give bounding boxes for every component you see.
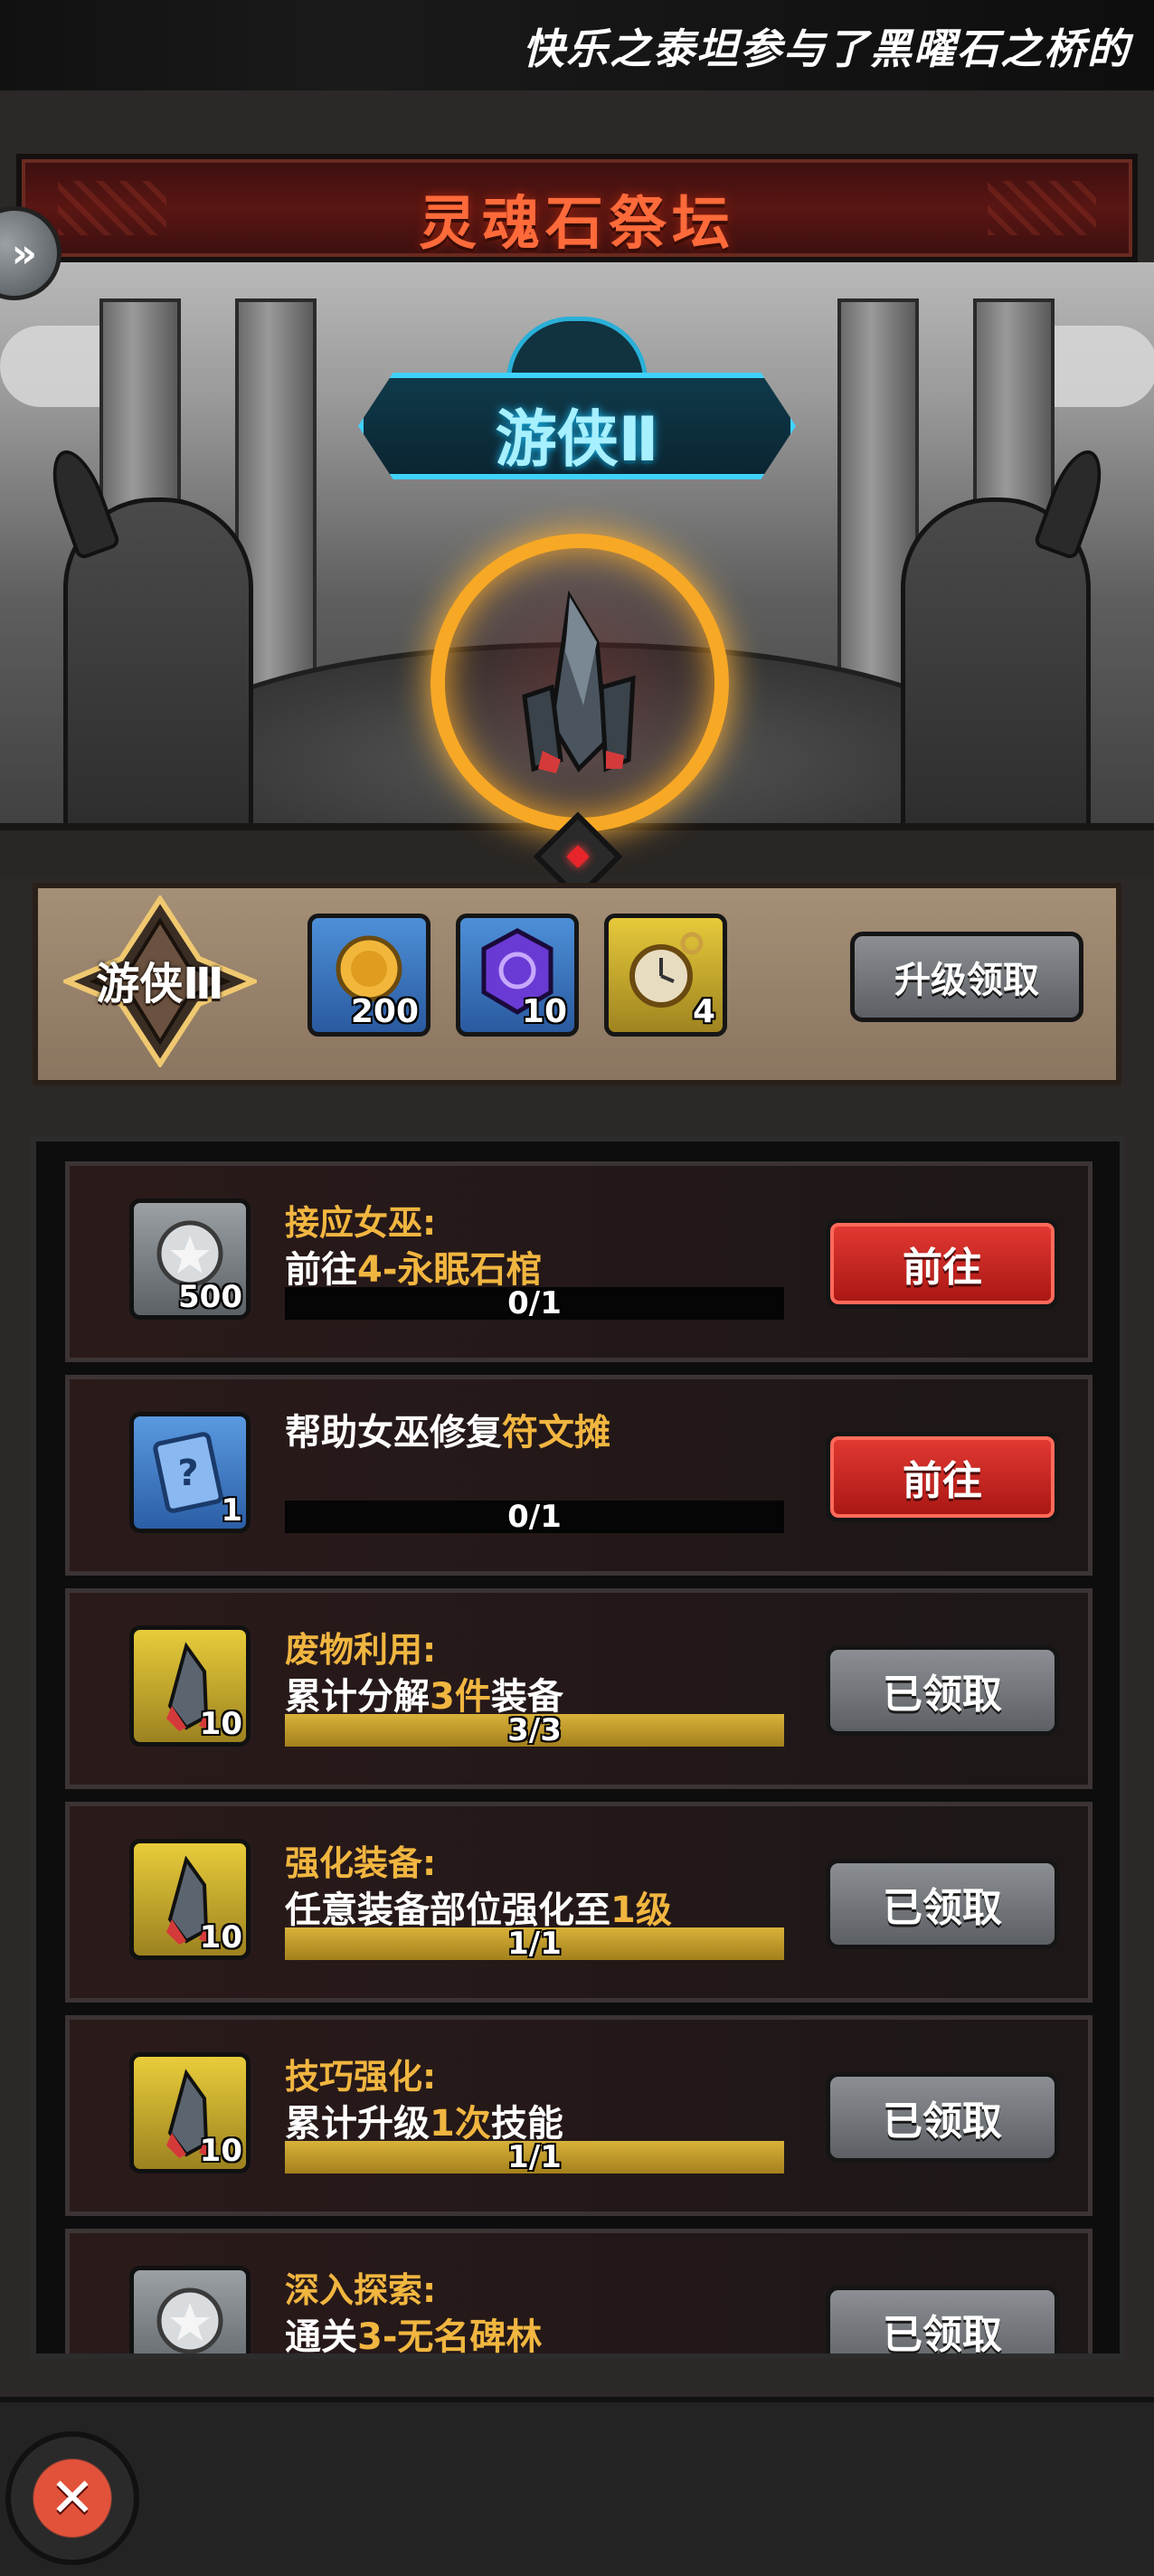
silver-coin-icon xyxy=(156,2287,223,2353)
list-item: 10 技巧强化: 累计升级1次技能 1/1 已领取 xyxy=(65,2015,1093,2216)
reward-gold-coin[interactable]: 200 xyxy=(307,914,430,1037)
list-item: 深入探索: 通关3-无名碑林 已领取 xyxy=(65,2229,1093,2359)
svg-text:?: ? xyxy=(177,1453,198,1494)
quest-description: 通关3-无名碑林 xyxy=(285,2316,543,2358)
quest-progress-bar: 1/1 xyxy=(285,2141,784,2174)
close-icon: ✕ xyxy=(49,2467,96,2530)
reward-count: 200 xyxy=(350,993,419,1030)
quest-list[interactable]: 500 接应女巫: 前往4-永眠石棺 0/1 前往 ? 1 帮助女巫修复符文摊 … xyxy=(31,1136,1125,2359)
guardian-statue-left xyxy=(41,443,253,859)
quest-reward-tile xyxy=(129,2266,251,2353)
next-rank-name: 游侠Ⅲ xyxy=(96,959,224,1009)
bottom-bar xyxy=(0,2397,1154,2576)
claimed-button[interactable]: 已领取 xyxy=(826,1645,1059,1736)
close-button[interactable]: ✕ xyxy=(5,2431,139,2565)
title-bar: 灵魂石祭坛 xyxy=(16,154,1138,262)
claimed-button[interactable]: 已领取 xyxy=(826,2286,1059,2353)
guardian-statue-right xyxy=(901,443,1113,859)
list-item: 500 接应女巫: 前往4-永眠石棺 0/1 前往 xyxy=(65,1161,1093,1362)
quest-progress-bar: 3/3 xyxy=(285,1714,784,1747)
reward-count: 4 xyxy=(692,993,715,1030)
quest-title: 技巧强化: xyxy=(285,2057,437,2097)
quest-progress-bar xyxy=(285,2354,784,2359)
rank-name: 游侠Ⅱ xyxy=(495,404,659,476)
quest-reward-tile: ? 1 xyxy=(129,1412,251,1533)
list-item: ? 1 帮助女巫修复符文摊 0/1 前往 xyxy=(65,1375,1093,1576)
list-item: 10 强化装备: 任意装备部位强化至1级 1/1 已领取 xyxy=(65,1802,1093,2003)
go-button[interactable]: 前往 xyxy=(826,1432,1059,1522)
quest-progress-bar: 0/1 xyxy=(285,1501,784,1533)
quest-description: 任意装备部位强化至1级 xyxy=(285,1889,672,1931)
quest-progress-bar: 0/1 xyxy=(285,1287,784,1320)
go-button[interactable]: 前往 xyxy=(826,1218,1059,1309)
claimed-button[interactable]: 已领取 xyxy=(826,2072,1059,2163)
quest-reward-tile: 10 xyxy=(129,1839,251,1960)
quest-reward-tile: 10 xyxy=(129,2052,251,2174)
quest-description: 前往4-永眠石棺 xyxy=(285,1249,543,1291)
quest-progress-bar: 1/1 xyxy=(285,1927,784,1960)
quest-title: 废物利用: xyxy=(285,1630,437,1670)
quest-reward-tile: 500 xyxy=(129,1198,251,1320)
claimed-button[interactable]: 已领取 xyxy=(826,1859,1059,1949)
reward-pocket-watch[interactable]: 4 xyxy=(604,914,727,1037)
announcement-ticker: 快乐之泰坦参与了黑曜石之桥的 xyxy=(0,0,1154,90)
quest-title: 接应女巫: xyxy=(285,1203,437,1243)
quest-description: 帮助女巫修复符文摊 xyxy=(285,1412,610,1454)
list-item: 10 废物利用: 累计分解3件装备 3/3 已领取 xyxy=(65,1588,1093,1789)
page-title: 灵魂石祭坛 xyxy=(419,191,735,258)
soul-crystal-icon xyxy=(522,590,636,773)
quest-reward-tile: 10 xyxy=(129,1625,251,1747)
quest-title: 强化装备: xyxy=(285,1843,437,1883)
reward-rune-stone[interactable]: 10 xyxy=(456,914,579,1037)
reward-count: 10 xyxy=(521,993,567,1030)
quest-title: 深入探索: xyxy=(285,2270,437,2310)
ticker-text: 快乐之泰坦参与了黑曜石之桥的 xyxy=(523,24,1130,73)
upgrade-claim-button[interactable]: 升级领取 xyxy=(850,932,1083,1022)
